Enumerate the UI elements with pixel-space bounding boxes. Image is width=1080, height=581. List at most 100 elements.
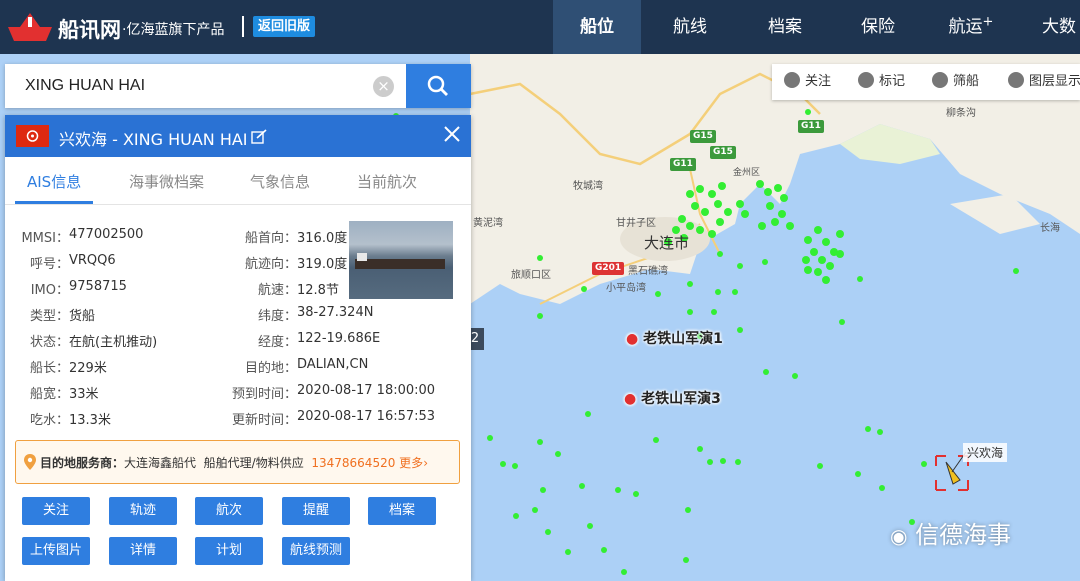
info-value: DALIAN,CN <box>297 357 369 372</box>
divider <box>5 204 471 205</box>
place-label: 牧城湾 <box>573 181 603 192</box>
info-value: 229米 <box>69 361 107 376</box>
tab-weather[interactable]: 气象信息 <box>250 171 310 192</box>
clear-search-button[interactable]: × <box>373 76 394 97</box>
info-label: 船长： <box>29 361 69 376</box>
highway-shield: G201 <box>592 262 625 275</box>
nav-archive[interactable]: 档案 <box>740 0 830 54</box>
place-label: 小平岛湾 <box>606 283 646 294</box>
details-button[interactable]: 详情 <box>109 537 177 565</box>
search-input[interactable] <box>5 64 405 108</box>
nav-big-data[interactable]: 大数 <box>1042 0 1080 54</box>
info-label: IMO： <box>30 283 69 298</box>
highway-shield: G11 <box>670 158 696 171</box>
place-label: 旅顺口区 <box>511 270 551 281</box>
plan-button[interactable]: 计划 <box>195 537 263 565</box>
tab-maritime-archive[interactable]: 海事微档案 <box>129 171 204 192</box>
route-prediction-button[interactable]: 航线预测 <box>282 537 350 565</box>
place-label: 柳条沟 <box>946 108 976 119</box>
marker-label: 老铁山军演1 <box>643 331 723 347</box>
tool-label: 关注 <box>805 74 832 89</box>
tab-current-voyage[interactable]: 当前航次 <box>357 171 417 192</box>
city-label: 大连市 <box>644 234 690 252</box>
watermark-text: 信德海事 <box>915 521 1012 549</box>
highway-shield: G11 <box>798 120 824 133</box>
search-button[interactable] <box>406 64 471 108</box>
search-icon <box>427 75 448 96</box>
info-label: 预到时间： <box>231 387 297 402</box>
hong-kong-flag-icon <box>16 125 49 147</box>
info-value: 12.8节 <box>297 283 339 298</box>
promo-more-link[interactable]: 更多 <box>399 456 423 470</box>
follow-tool[interactable]: 关注 <box>784 64 831 100</box>
info-value: 38-27.324N <box>297 305 374 320</box>
info-label: MMSI： <box>21 231 69 246</box>
filter-tool[interactable]: 筛船 <box>932 64 979 100</box>
back-to-old-version-button[interactable]: 返回旧版 <box>253 16 316 37</box>
voyage-button[interactable]: 航次 <box>195 497 263 525</box>
nav-insurance[interactable]: 保险 <box>833 0 923 54</box>
place-label: 金州区 <box>733 168 761 178</box>
follow-button[interactable]: 关注 <box>22 497 90 525</box>
info-label: 航速： <box>257 283 297 298</box>
info-label: 类型： <box>29 309 69 324</box>
top-navigation-bar: 船讯网 ·亿海蓝旗下产品 返回旧版 船位 航线 档案 保险 航运+ 大数 <box>0 0 1080 54</box>
ship-logo-icon[interactable] <box>6 9 54 43</box>
promo-company: 大连海鑫船代 <box>124 456 197 470</box>
highway-shield: G15 <box>710 146 736 159</box>
military-zone-marker-3[interactable]: ● 老铁山军演3 <box>624 388 721 408</box>
nav-shipping[interactable]: 航运+ <box>926 0 1016 54</box>
map-toolbar: 关注 标记 筛船 图层显示 <box>772 64 1080 100</box>
info-value: 2020-08-17 16:57:53 <box>297 409 436 424</box>
place-label: 黄泥湾 <box>473 218 503 229</box>
edit-icon[interactable] <box>251 129 267 145</box>
target-ship-label[interactable]: 兴欢海 <box>963 443 1008 462</box>
archive-button[interactable]: 档案 <box>368 497 436 525</box>
info-label: 目的地： <box>244 361 297 376</box>
destination-service-banner[interactable]: 目的地服务商：大连海鑫船代 船舶代理/物料供应 13478664520 更多› <box>15 440 460 484</box>
ship-photo[interactable] <box>349 221 453 299</box>
ship-info-panel: 兴欢海 - XING HUAN HAI AIS信息 海事微档案 气象信息 当前航… <box>5 115 471 581</box>
filter-icon <box>932 72 948 88</box>
tool-label: 标记 <box>879 74 906 89</box>
info-value: 122-19.686E <box>297 331 381 346</box>
info-label: 纬度： <box>257 309 297 324</box>
military-zone-marker-1[interactable]: ● 老铁山军演1 <box>626 328 723 348</box>
brand-slogan: ·亿海蓝旗下产品 <box>122 22 225 38</box>
brand-name[interactable]: 船讯网 <box>58 14 121 44</box>
nav-ship-position[interactable]: 船位 <box>553 0 641 54</box>
track-button[interactable]: 轨迹 <box>109 497 177 525</box>
info-label: 航迹向： <box>244 257 297 272</box>
ship-name-title: 兴欢海 - XING HUAN HAI <box>59 130 248 149</box>
nav-shipping-label: 航运 <box>948 17 983 37</box>
layers-tool[interactable]: 图层显示 <box>1008 64 1080 100</box>
info-value: VRQQ6 <box>69 253 116 268</box>
info-value: 2020-08-17 18:00:00 <box>297 383 436 398</box>
info-label: 船首向： <box>244 231 297 246</box>
mark-tool[interactable]: 标记 <box>858 64 905 100</box>
location-pin-icon: ● <box>626 331 639 347</box>
promo-services: 船舶代理/物料供应 <box>203 456 304 470</box>
tab-ais-info[interactable]: AIS信息 <box>27 171 81 192</box>
chevron-right-icon: › <box>423 456 428 470</box>
info-value: 在航(主机推动) <box>69 335 158 350</box>
info-value: 316.0度 <box>297 231 348 246</box>
watermark: ◉ 信德海事 <box>890 515 1011 550</box>
layers-icon <box>1008 72 1024 88</box>
close-icon[interactable] <box>441 123 463 145</box>
info-label: 吃水： <box>29 413 69 428</box>
location-icon <box>24 454 36 470</box>
remind-button[interactable]: 提醒 <box>282 497 350 525</box>
nav-routes[interactable]: 航线 <box>645 0 735 54</box>
info-label: 更新时间： <box>231 413 297 428</box>
panel-header: 兴欢海 - XING HUAN HAI <box>5 115 471 157</box>
info-value: 477002500 <box>69 227 144 242</box>
info-label: 呼号： <box>29 257 69 272</box>
wechat-icon: ◉ <box>890 524 908 548</box>
info-value: 9758715 <box>69 279 127 294</box>
info-label: 经度： <box>257 335 297 350</box>
highway-shield: G15 <box>690 130 716 143</box>
info-label: 状态： <box>29 335 69 350</box>
info-value: 33米 <box>69 387 99 402</box>
upload-photo-button[interactable]: 上传图片 <box>22 537 90 565</box>
